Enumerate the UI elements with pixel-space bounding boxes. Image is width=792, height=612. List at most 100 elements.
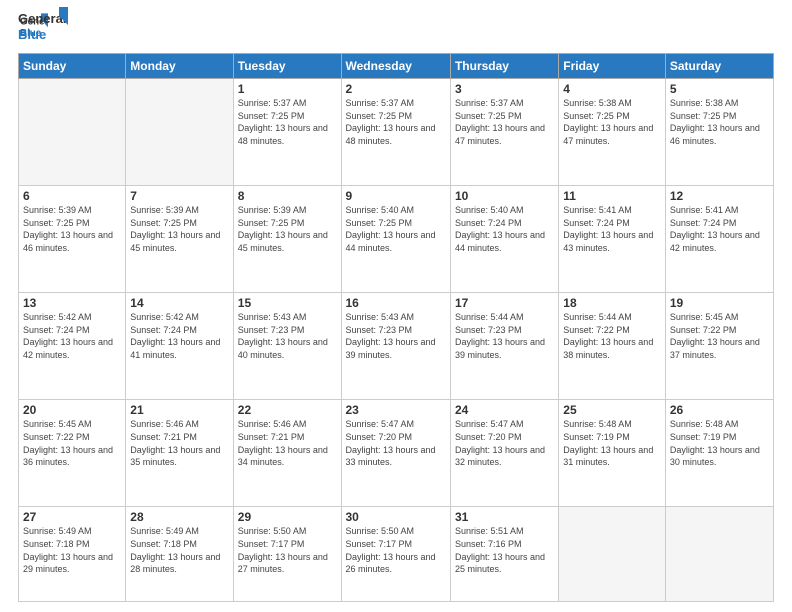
day-cell: 20Sunrise: 5:45 AM Sunset: 7:22 PM Dayli… [19, 400, 126, 507]
day-number: 24 [455, 403, 554, 417]
day-info: Sunrise: 5:50 AM Sunset: 7:17 PM Dayligh… [238, 525, 337, 575]
day-info: Sunrise: 5:45 AM Sunset: 7:22 PM Dayligh… [670, 311, 769, 361]
day-number: 12 [670, 189, 769, 203]
day-info: Sunrise: 5:43 AM Sunset: 7:23 PM Dayligh… [238, 311, 337, 361]
day-info: Sunrise: 5:50 AM Sunset: 7:17 PM Dayligh… [346, 525, 446, 575]
day-number: 21 [130, 403, 228, 417]
column-header-wednesday: Wednesday [341, 54, 450, 79]
day-number: 11 [563, 189, 661, 203]
header: General Blue General Blue [18, 12, 774, 45]
day-number: 5 [670, 82, 769, 96]
day-cell [126, 79, 233, 186]
day-cell: 5Sunrise: 5:38 AM Sunset: 7:25 PM Daylig… [665, 79, 773, 186]
day-number: 13 [23, 296, 121, 310]
day-number: 1 [238, 82, 337, 96]
column-header-sunday: Sunday [19, 54, 126, 79]
day-info: Sunrise: 5:38 AM Sunset: 7:25 PM Dayligh… [670, 97, 769, 147]
day-info: Sunrise: 5:48 AM Sunset: 7:19 PM Dayligh… [563, 418, 661, 468]
day-info: Sunrise: 5:37 AM Sunset: 7:25 PM Dayligh… [238, 97, 337, 147]
day-number: 26 [670, 403, 769, 417]
day-info: Sunrise: 5:44 AM Sunset: 7:23 PM Dayligh… [455, 311, 554, 361]
day-info: Sunrise: 5:40 AM Sunset: 7:24 PM Dayligh… [455, 204, 554, 254]
day-cell [559, 507, 666, 602]
day-cell: 4Sunrise: 5:38 AM Sunset: 7:25 PM Daylig… [559, 79, 666, 186]
day-number: 2 [346, 82, 446, 96]
day-number: 25 [563, 403, 661, 417]
column-header-saturday: Saturday [665, 54, 773, 79]
day-number: 14 [130, 296, 228, 310]
day-info: Sunrise: 5:49 AM Sunset: 7:18 PM Dayligh… [23, 525, 121, 575]
day-cell: 13Sunrise: 5:42 AM Sunset: 7:24 PM Dayli… [19, 293, 126, 400]
day-cell: 25Sunrise: 5:48 AM Sunset: 7:19 PM Dayli… [559, 400, 666, 507]
day-info: Sunrise: 5:49 AM Sunset: 7:18 PM Dayligh… [130, 525, 228, 575]
day-cell: 31Sunrise: 5:51 AM Sunset: 7:16 PM Dayli… [450, 507, 558, 602]
day-info: Sunrise: 5:46 AM Sunset: 7:21 PM Dayligh… [238, 418, 337, 468]
day-info: Sunrise: 5:37 AM Sunset: 7:25 PM Dayligh… [455, 97, 554, 147]
day-number: 15 [238, 296, 337, 310]
calendar-header-row: SundayMondayTuesdayWednesdayThursdayFrid… [19, 54, 774, 79]
day-info: Sunrise: 5:51 AM Sunset: 7:16 PM Dayligh… [455, 525, 554, 575]
column-header-tuesday: Tuesday [233, 54, 341, 79]
day-info: Sunrise: 5:42 AM Sunset: 7:24 PM Dayligh… [130, 311, 228, 361]
day-cell: 3Sunrise: 5:37 AM Sunset: 7:25 PM Daylig… [450, 79, 558, 186]
column-header-thursday: Thursday [450, 54, 558, 79]
day-number: 18 [563, 296, 661, 310]
day-cell: 29Sunrise: 5:50 AM Sunset: 7:17 PM Dayli… [233, 507, 341, 602]
logo: General Blue General Blue [18, 12, 68, 45]
day-cell: 18Sunrise: 5:44 AM Sunset: 7:22 PM Dayli… [559, 293, 666, 400]
day-cell: 23Sunrise: 5:47 AM Sunset: 7:20 PM Dayli… [341, 400, 450, 507]
day-number: 29 [238, 510, 337, 524]
day-number: 3 [455, 82, 554, 96]
day-cell: 28Sunrise: 5:49 AM Sunset: 7:18 PM Dayli… [126, 507, 233, 602]
svg-text:Blue: Blue [18, 27, 46, 42]
day-number: 7 [130, 189, 228, 203]
day-info: Sunrise: 5:47 AM Sunset: 7:20 PM Dayligh… [455, 418, 554, 468]
week-row-3: 13Sunrise: 5:42 AM Sunset: 7:24 PM Dayli… [19, 293, 774, 400]
week-row-5: 27Sunrise: 5:49 AM Sunset: 7:18 PM Dayli… [19, 507, 774, 602]
day-cell: 11Sunrise: 5:41 AM Sunset: 7:24 PM Dayli… [559, 186, 666, 293]
calendar-table: SundayMondayTuesdayWednesdayThursdayFrid… [18, 53, 774, 602]
day-cell: 12Sunrise: 5:41 AM Sunset: 7:24 PM Dayli… [665, 186, 773, 293]
day-info: Sunrise: 5:38 AM Sunset: 7:25 PM Dayligh… [563, 97, 661, 147]
day-info: Sunrise: 5:48 AM Sunset: 7:19 PM Dayligh… [670, 418, 769, 468]
week-row-4: 20Sunrise: 5:45 AM Sunset: 7:22 PM Dayli… [19, 400, 774, 507]
day-number: 16 [346, 296, 446, 310]
day-number: 22 [238, 403, 337, 417]
day-cell: 24Sunrise: 5:47 AM Sunset: 7:20 PM Dayli… [450, 400, 558, 507]
day-cell: 6Sunrise: 5:39 AM Sunset: 7:25 PM Daylig… [19, 186, 126, 293]
day-number: 30 [346, 510, 446, 524]
logo-area: General Blue General Blue [18, 12, 68, 45]
day-cell: 7Sunrise: 5:39 AM Sunset: 7:25 PM Daylig… [126, 186, 233, 293]
day-cell: 21Sunrise: 5:46 AM Sunset: 7:21 PM Dayli… [126, 400, 233, 507]
day-number: 9 [346, 189, 446, 203]
day-cell [19, 79, 126, 186]
day-number: 8 [238, 189, 337, 203]
day-cell: 15Sunrise: 5:43 AM Sunset: 7:23 PM Dayli… [233, 293, 341, 400]
day-info: Sunrise: 5:40 AM Sunset: 7:25 PM Dayligh… [346, 204, 446, 254]
day-number: 27 [23, 510, 121, 524]
day-info: Sunrise: 5:47 AM Sunset: 7:20 PM Dayligh… [346, 418, 446, 468]
day-number: 17 [455, 296, 554, 310]
day-cell: 27Sunrise: 5:49 AM Sunset: 7:18 PM Dayli… [19, 507, 126, 602]
day-cell [665, 507, 773, 602]
day-cell: 14Sunrise: 5:42 AM Sunset: 7:24 PM Dayli… [126, 293, 233, 400]
day-info: Sunrise: 5:37 AM Sunset: 7:25 PM Dayligh… [346, 97, 446, 147]
day-info: Sunrise: 5:46 AM Sunset: 7:21 PM Dayligh… [130, 418, 228, 468]
day-cell: 22Sunrise: 5:46 AM Sunset: 7:21 PM Dayli… [233, 400, 341, 507]
day-cell: 19Sunrise: 5:45 AM Sunset: 7:22 PM Dayli… [665, 293, 773, 400]
day-info: Sunrise: 5:39 AM Sunset: 7:25 PM Dayligh… [130, 204, 228, 254]
day-number: 31 [455, 510, 554, 524]
day-cell: 17Sunrise: 5:44 AM Sunset: 7:23 PM Dayli… [450, 293, 558, 400]
day-cell: 10Sunrise: 5:40 AM Sunset: 7:24 PM Dayli… [450, 186, 558, 293]
page: General Blue General Blue SundayMondayTu… [0, 0, 792, 612]
day-info: Sunrise: 5:39 AM Sunset: 7:25 PM Dayligh… [23, 204, 121, 254]
day-cell: 1Sunrise: 5:37 AM Sunset: 7:25 PM Daylig… [233, 79, 341, 186]
day-number: 4 [563, 82, 661, 96]
week-row-2: 6Sunrise: 5:39 AM Sunset: 7:25 PM Daylig… [19, 186, 774, 293]
day-number: 19 [670, 296, 769, 310]
day-cell: 2Sunrise: 5:37 AM Sunset: 7:25 PM Daylig… [341, 79, 450, 186]
day-info: Sunrise: 5:39 AM Sunset: 7:25 PM Dayligh… [238, 204, 337, 254]
day-info: Sunrise: 5:42 AM Sunset: 7:24 PM Dayligh… [23, 311, 121, 361]
day-cell: 26Sunrise: 5:48 AM Sunset: 7:19 PM Dayli… [665, 400, 773, 507]
day-number: 28 [130, 510, 228, 524]
